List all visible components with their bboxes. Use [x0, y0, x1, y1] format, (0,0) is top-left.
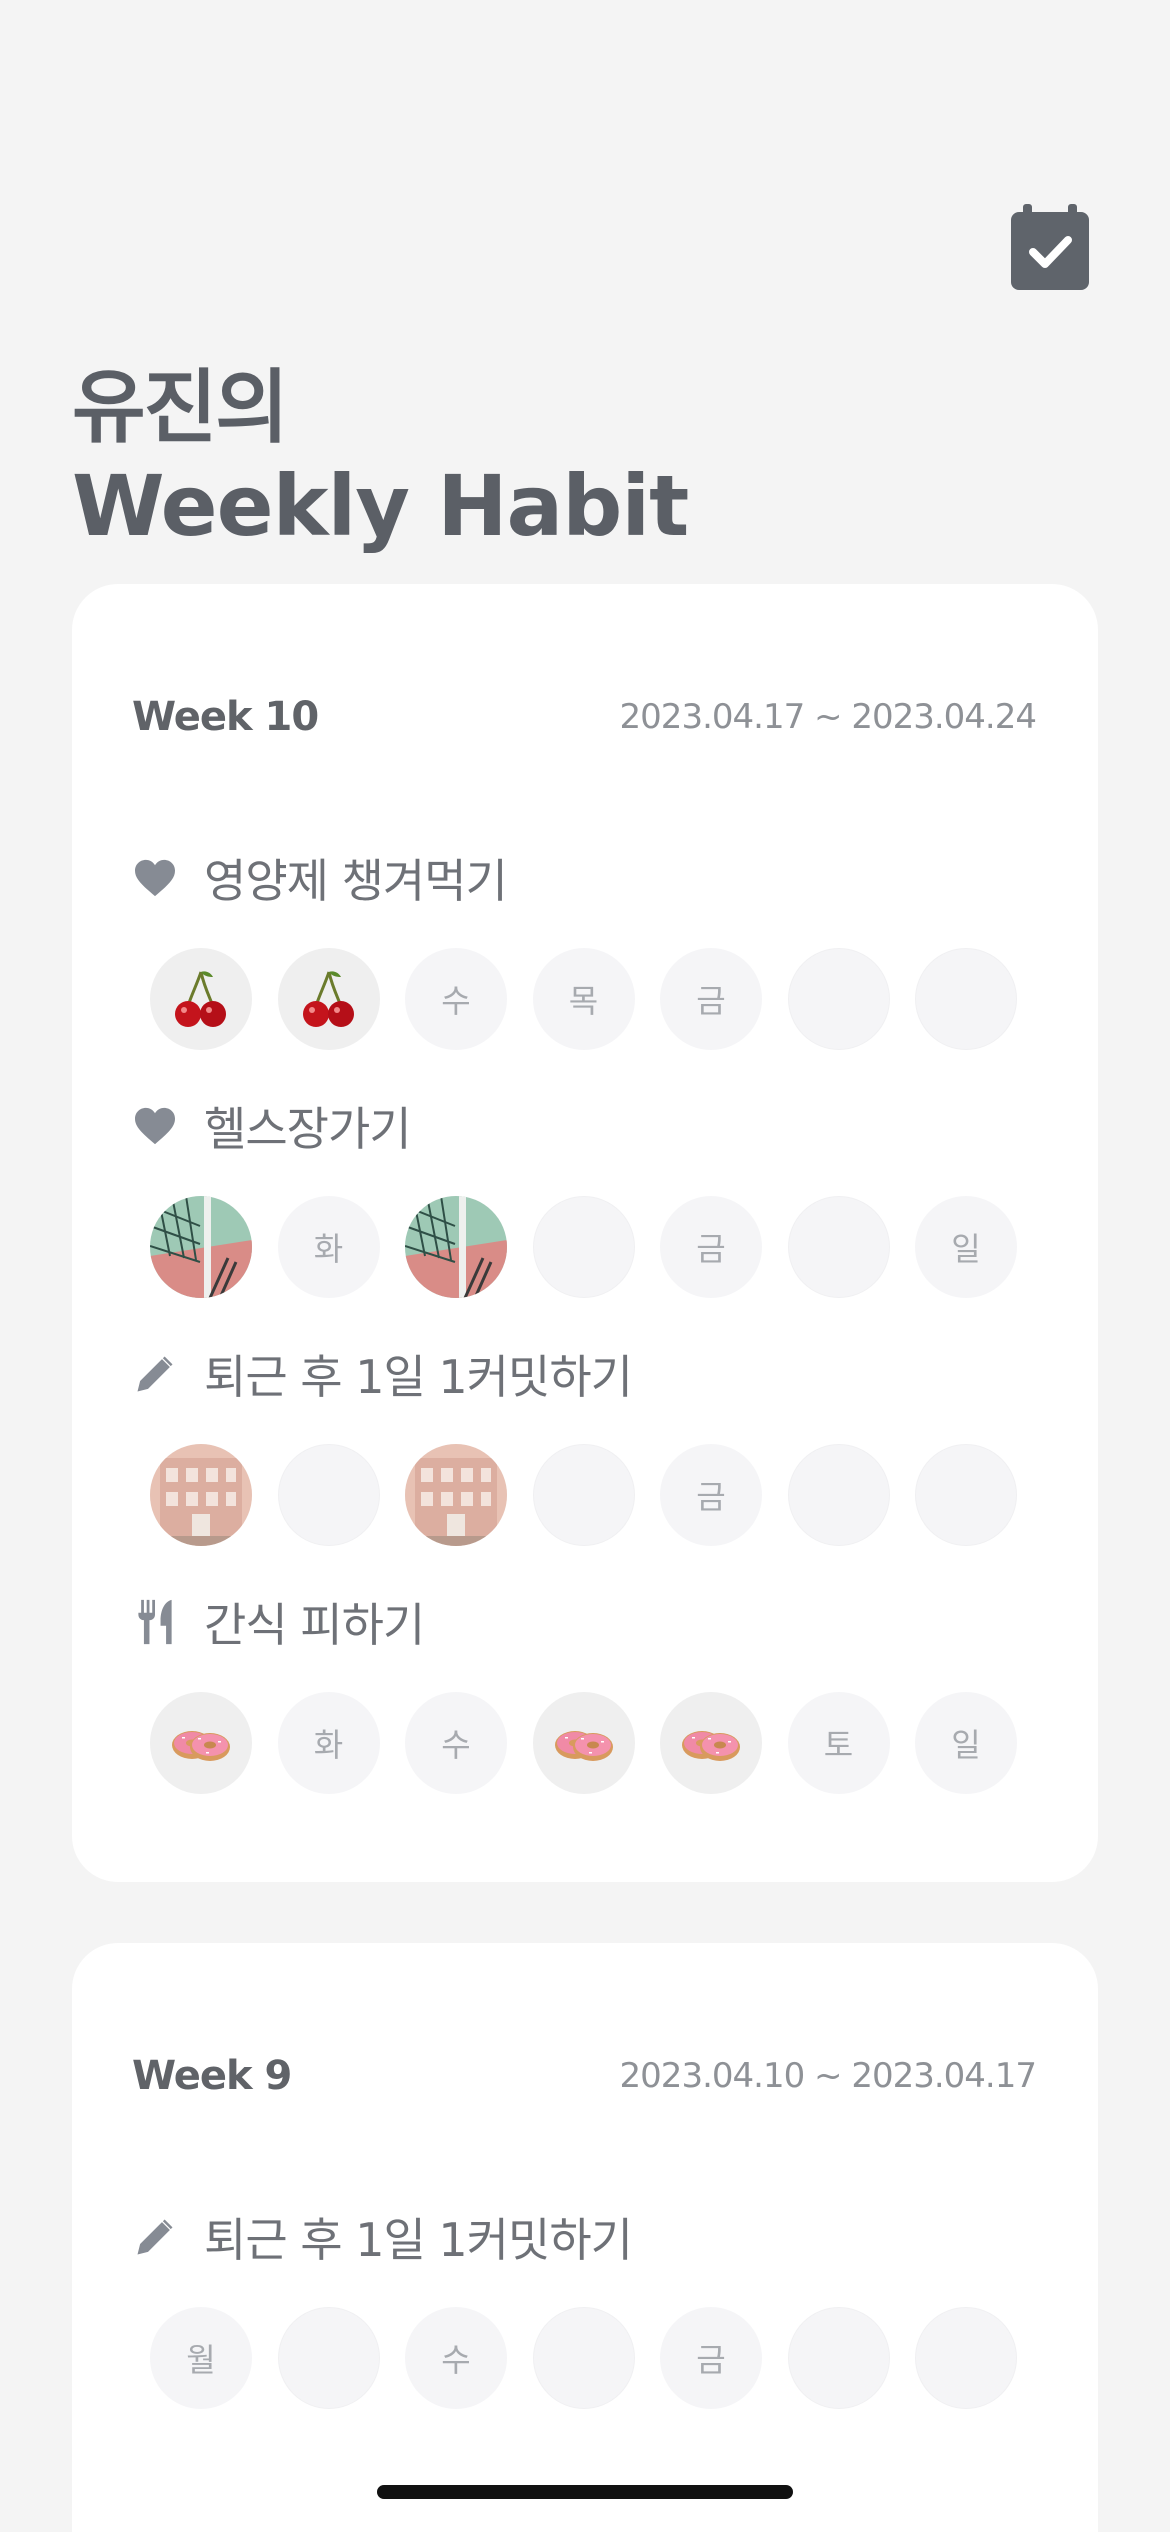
day-circle[interactable]: 금: [660, 1196, 762, 1298]
day-circle-empty[interactable]: [277, 2307, 380, 2409]
day-circle-done[interactable]: [150, 1692, 252, 1794]
habit-row[interactable]: 헬스장가기 화 금 일: [132, 1096, 1052, 1298]
habit-row[interactable]: 간식 피하기 화 수 토 일: [132, 1592, 1052, 1794]
day-circle[interactable]: 수: [405, 948, 507, 1050]
day-circle-empty[interactable]: [915, 948, 1017, 1050]
habit-name: 퇴근 후 1일 1커밋하기: [204, 1350, 633, 1404]
day-circle[interactable]: 목: [532, 948, 635, 1050]
week-date-range: 2023.04.17 ~ 2023.04.24: [619, 697, 1037, 737]
day-circle[interactable]: 월: [150, 2307, 252, 2409]
week-header: Week 9 2023.04.10 ~ 2023.04.17: [132, 2053, 1037, 2099]
habit-name: 영양제 챙겨먹기: [204, 854, 508, 908]
day-circle-empty[interactable]: [787, 2307, 890, 2409]
owner-title: 유진의: [72, 361, 289, 454]
week-label: Week 10: [132, 694, 319, 740]
day-circle-done[interactable]: [150, 948, 252, 1050]
court-photo-icon: [150, 1196, 252, 1298]
day-circle-empty[interactable]: [532, 2307, 635, 2409]
day-circle-done[interactable]: [660, 1692, 762, 1794]
donut-icon: [682, 1731, 740, 1761]
day-circle[interactable]: 화: [277, 1196, 380, 1298]
week-date-range: 2023.04.10 ~ 2023.04.17: [619, 2056, 1037, 2096]
headline-title: Weekly Habit: [72, 457, 689, 555]
day-circle-done[interactable]: [532, 1692, 635, 1794]
habit-title: 영양제 챙겨먹기: [132, 848, 1052, 908]
day-circle[interactable]: 금: [660, 948, 762, 1050]
day-circle[interactable]: 화: [277, 1692, 380, 1794]
habit-name: 헬스장가기: [204, 1102, 412, 1156]
habit-row[interactable]: 퇴근 후 1일 1커밋하기 월 수 금: [132, 2207, 1052, 2409]
habit-name: 간식 피하기: [204, 1598, 425, 1652]
day-circle-empty[interactable]: [532, 1444, 635, 1546]
day-circle[interactable]: 일: [915, 1196, 1017, 1298]
day-circle-empty[interactable]: [915, 2307, 1017, 2409]
court-photo-icon: [405, 1196, 507, 1298]
day-row: 월 수 금: [150, 2307, 1052, 2409]
day-circle-empty[interactable]: [532, 1196, 635, 1298]
habit-title: 퇴근 후 1일 1커밋하기: [132, 2207, 1052, 2267]
day-circle[interactable]: 수: [405, 1692, 507, 1794]
day-circle-done[interactable]: [405, 1196, 507, 1298]
building-photo-icon: [405, 1444, 507, 1546]
day-circle[interactable]: 금: [660, 1444, 762, 1546]
day-circle[interactable]: 토: [787, 1692, 890, 1794]
habit-row[interactable]: 퇴근 후 1일 1커밋하기 금: [132, 1344, 1052, 1546]
week-header: Week 10 2023.04.17 ~ 2023.04.24: [132, 694, 1037, 740]
donut-icon: [172, 1731, 230, 1761]
cherry-icon: [302, 971, 354, 1027]
habit-title: 간식 피하기: [132, 1592, 1052, 1652]
utensils-icon: [132, 1599, 178, 1645]
habit-title: 퇴근 후 1일 1커밋하기: [132, 1344, 1052, 1404]
day-row: 화 금 일: [150, 1196, 1052, 1298]
day-circle-empty[interactable]: [915, 1444, 1017, 1546]
home-indicator: [377, 2485, 793, 2499]
day-circle-done[interactable]: [150, 1444, 252, 1546]
week-label: Week 9: [132, 2053, 292, 2099]
donut-icon: [554, 1731, 613, 1761]
heart-icon: [132, 1103, 178, 1149]
day-row: 화 수 토 일: [150, 1692, 1052, 1794]
day-circle[interactable]: 일: [915, 1692, 1017, 1794]
week-card: Week 9 2023.04.10 ~ 2023.04.17 퇴근 후 1일 1…: [72, 1943, 1098, 2532]
day-circle-done[interactable]: [405, 1444, 507, 1546]
heart-icon: [132, 855, 178, 901]
building-photo-icon: [150, 1444, 252, 1546]
habit-name: 퇴근 후 1일 1커밋하기: [204, 2213, 633, 2267]
day-circle[interactable]: 금: [660, 2307, 762, 2409]
page-title: 유진의 Weekly Habit: [72, 360, 689, 556]
day-circle-done[interactable]: [277, 948, 380, 1050]
day-circle-empty[interactable]: [787, 948, 890, 1050]
day-circle-empty[interactable]: [787, 1196, 890, 1298]
day-circle[interactable]: 수: [405, 2307, 507, 2409]
day-circle-done[interactable]: [150, 1196, 252, 1298]
cherry-icon: [175, 971, 226, 1027]
day-row: 수 목 금: [150, 948, 1052, 1050]
pencil-icon: [132, 1351, 178, 1397]
habit-title: 헬스장가기: [132, 1096, 1052, 1156]
habit-row[interactable]: 영양제 챙겨먹기 수 목 금: [132, 848, 1052, 1050]
pencil-icon: [132, 2214, 178, 2260]
calendar-check-icon[interactable]: [1011, 204, 1089, 290]
day-circle-empty[interactable]: [787, 1444, 890, 1546]
day-circle-empty[interactable]: [277, 1444, 380, 1546]
habit-page: 유진의 Weekly Habit Week 10 2023.04.17 ~ 20…: [0, 0, 1170, 2532]
day-row: 금: [150, 1444, 1052, 1546]
week-card: Week 10 2023.04.17 ~ 2023.04.24 영양제 챙겨먹기…: [72, 584, 1098, 1882]
